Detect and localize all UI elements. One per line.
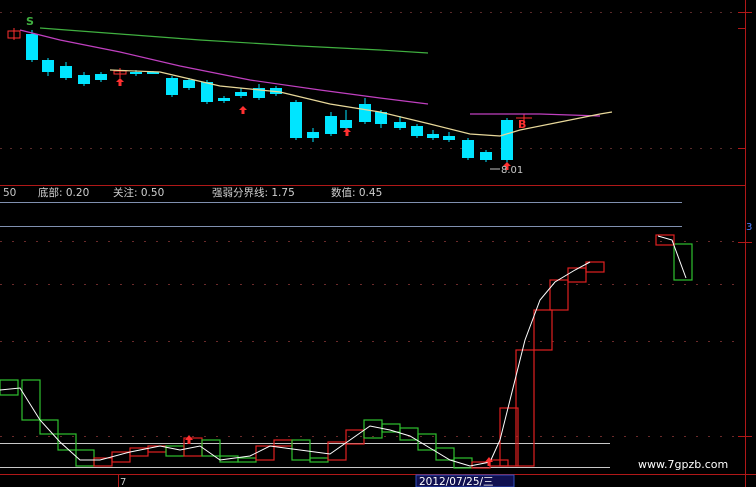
time-axis-month-label: 7: [120, 477, 126, 487]
candle-body: [427, 134, 439, 138]
candle-body: [183, 80, 195, 88]
candle-body: [78, 75, 90, 84]
candle-body: [26, 34, 38, 60]
buy-marker: B: [518, 118, 526, 131]
candle-body: [60, 66, 72, 78]
candle-body: [394, 122, 406, 128]
candle-body: [290, 102, 302, 138]
right-axis-tick-label: 3: [746, 222, 752, 233]
header-value-label: 数值: 0.45: [331, 186, 382, 199]
candle-body: [325, 116, 337, 134]
candle-body: [307, 132, 319, 138]
candle-body: [411, 126, 423, 136]
candle-body: [462, 140, 474, 158]
candle-body: [340, 120, 352, 128]
candle-body: [42, 60, 54, 72]
candle-body: [130, 72, 142, 74]
header-bottom-label: 底部: 0.20: [38, 186, 89, 199]
candle-body: [359, 104, 371, 122]
candle-body: [201, 82, 213, 102]
stock-chart: 3 S B 8.01 50 底部: 0.20 关注: 0.50 强弱分界线: 1.7…: [0, 0, 756, 487]
candle-body: [501, 120, 513, 160]
candle-body: [480, 152, 492, 160]
time-axis-date-label: 2012/07/25/三: [419, 476, 494, 487]
candle-body: [218, 98, 230, 101]
candle-body: [166, 78, 178, 95]
watermark: www.7gpzb.com: [638, 458, 728, 471]
candle-body: [235, 92, 247, 96]
sell-marker: S: [26, 15, 34, 28]
header-divider-label: 强弱分界线: 1.75: [212, 186, 295, 199]
candle-body: [443, 136, 455, 140]
low-price-label: 8.01: [501, 165, 523, 176]
header-left-value: 50: [3, 187, 16, 199]
header-watch-label: 关注: 0.50: [113, 186, 164, 199]
chart-background: [0, 0, 756, 487]
candle-body: [95, 74, 107, 80]
